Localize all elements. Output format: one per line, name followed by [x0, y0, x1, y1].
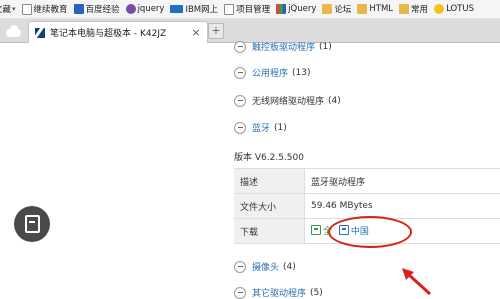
bookmark-label: 文藏 [0, 3, 11, 15]
bookmark-lotus[interactable]: LOTUS [434, 4, 474, 14]
file-size-label: 文件大小 [234, 194, 305, 219]
category-other-drivers[interactable]: 其它驱动程序 (5) [234, 286, 323, 299]
bookmark-changyong[interactable]: 常用 [399, 3, 428, 15]
lotus-icon [434, 4, 444, 14]
baidu-icon [74, 4, 84, 14]
multicolor-icon [276, 4, 286, 14]
page-icon [22, 4, 32, 15]
category-touchpad[interactable]: 触控板驱动程序 (1) [234, 40, 332, 53]
bookmark-label: jQuery [288, 4, 316, 14]
bookmark-ibm[interactable]: IBM网上 [170, 3, 218, 15]
download-label: 下载 [234, 219, 305, 244]
bookmark-jquery[interactable]: jquery [126, 4, 165, 14]
collapse-icon[interactable] [234, 261, 246, 273]
category-count: (1) [274, 123, 287, 133]
category-count: (4) [328, 96, 341, 106]
bookmark-label: 常用 [411, 3, 428, 15]
collapse-icon[interactable] [234, 41, 246, 53]
category-name[interactable]: 摄像头 [252, 260, 279, 273]
category-count: (4) [283, 262, 296, 272]
category-name[interactable]: 触控板驱动程序 [252, 40, 315, 53]
cloud-sync-button[interactable] [0, 19, 26, 42]
table-row: 描述 蓝牙驱动程序 [234, 169, 500, 194]
category-wireless[interactable]: 无线网络驱动程序 (4) [234, 94, 341, 107]
bookmark-label: IBM网上 [185, 3, 218, 15]
category-count: (5) [310, 288, 323, 298]
bookmark-label: HTML [369, 4, 393, 14]
bookmark-xiangmuguanli[interactable]: 项目管理 [224, 3, 270, 15]
driver-version: 版本 V6.2.5.500 [234, 150, 304, 163]
chevron-down-icon: ▾ [12, 5, 16, 13]
collapse-icon[interactable] [234, 95, 246, 107]
new-tab-button[interactable]: + [208, 23, 224, 39]
category-count: (1) [319, 42, 332, 52]
asus-favicon-icon [35, 28, 45, 38]
tab-title: 笔记本电脑与超极本 - K42JZ [50, 26, 190, 39]
description-value: 蓝牙驱动程序 [305, 169, 500, 194]
purple-circle-icon [126, 4, 136, 14]
category-camera[interactable]: 摄像头 (4) [234, 260, 296, 273]
bookmark-luntan[interactable]: 论坛 [322, 3, 351, 15]
category-bluetooth[interactable]: 蓝牙 (1) [234, 121, 287, 134]
folder-icon [357, 4, 367, 14]
document-icon [25, 215, 40, 233]
bookmark-jquery-2[interactable]: jQuery [276, 4, 316, 14]
collapse-icon[interactable] [234, 287, 246, 299]
table-row: 文件大小 59.46 MBytes [234, 194, 500, 219]
annotation-arrow-icon [398, 266, 438, 296]
bookmark-label: LOTUS [446, 4, 474, 14]
bookmarks-bar: 文藏 ▾ 继续教育 百度经验 jquery IBM网上 项目管理 jQuery … [0, 0, 500, 19]
description-label: 描述 [234, 169, 305, 194]
bookmark-html[interactable]: HTML [357, 4, 393, 14]
bookmark-label: 继续教育 [34, 3, 68, 15]
category-name[interactable]: 公用程序 [252, 66, 288, 79]
bookmark-label: jquery [138, 4, 165, 14]
category-name[interactable]: 蓝牙 [252, 121, 270, 134]
bookmark-label: 论坛 [334, 3, 351, 15]
page-icon [224, 4, 234, 15]
bookmark-label: 项目管理 [236, 3, 270, 15]
category-name[interactable]: 其它驱动程序 [252, 286, 306, 299]
bookmark-baidujingyan[interactable]: 百度经验 [74, 3, 120, 15]
collapse-icon[interactable] [234, 122, 246, 134]
collapse-icon[interactable] [234, 67, 246, 79]
ibm-icon [170, 5, 183, 13]
category-name[interactable]: 无线网络驱动程序 [252, 94, 324, 107]
close-icon[interactable]: × [190, 26, 202, 39]
bookmark-jixujiaoyu[interactable]: 继续教育 [22, 3, 68, 15]
bookmark-label: 百度经验 [86, 3, 120, 15]
file-size-value: 59.46 MBytes [305, 194, 500, 219]
tab-active[interactable]: 笔记本电脑与超极本 - K42JZ × [28, 21, 208, 43]
cloud-icon [6, 29, 21, 37]
floating-side-button[interactable] [14, 206, 50, 242]
category-count: (13) [292, 68, 310, 78]
category-utilities[interactable]: 公用程序 (13) [234, 66, 311, 79]
folder-icon [322, 4, 332, 14]
folder-icon [399, 4, 409, 14]
annotation-ellipse [328, 216, 412, 248]
download-icon [311, 225, 321, 235]
bookmark-wencang[interactable]: 文藏 ▾ [0, 3, 16, 15]
